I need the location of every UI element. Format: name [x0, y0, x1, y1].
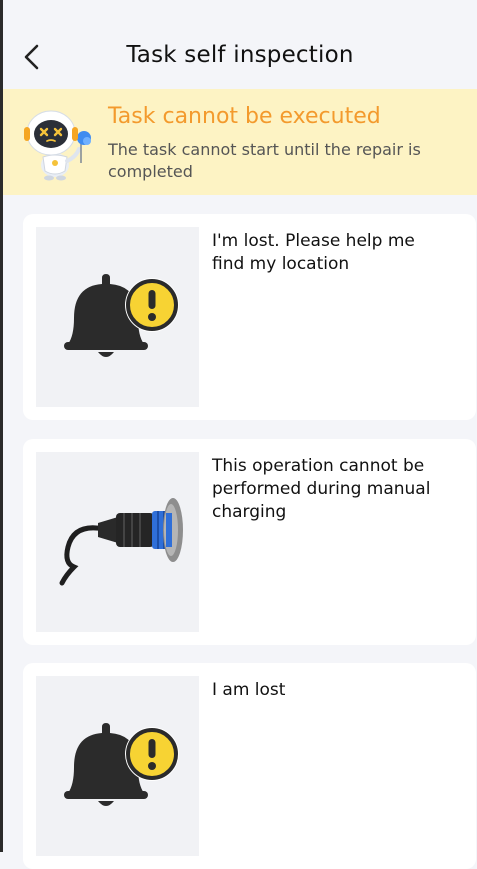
card-thumbnail [36, 227, 199, 407]
card-thumbnail [36, 676, 199, 856]
bell-warning-icon [63, 723, 179, 806]
card-message: This operation cannot be performed durin… [212, 456, 431, 522]
banner-subtitle: The task cannot start until the repair i… [108, 140, 421, 181]
card-message: I am lost [212, 680, 286, 700]
inspection-card-lost[interactable]: I am lost [23, 663, 476, 869]
page-title: Task self inspection [126, 42, 354, 68]
card-thumbnail [36, 452, 199, 632]
top-bar: Task self inspection [3, 0, 477, 88]
charging-plug-icon [59, 498, 183, 586]
status-banner: Task cannot be executed The task cannot … [3, 89, 477, 195]
inspection-card-manual-charging[interactable]: This operation cannot be performed durin… [23, 439, 476, 645]
bell-warning-icon [63, 274, 179, 357]
robot-error-icon [24, 110, 91, 181]
inspection-card-lost-location[interactable]: I'm lost. Please help me find my locatio… [23, 214, 476, 420]
banner-title: Task cannot be executed [108, 104, 381, 129]
card-message: I'm lost. Please help me find my locatio… [212, 231, 415, 274]
